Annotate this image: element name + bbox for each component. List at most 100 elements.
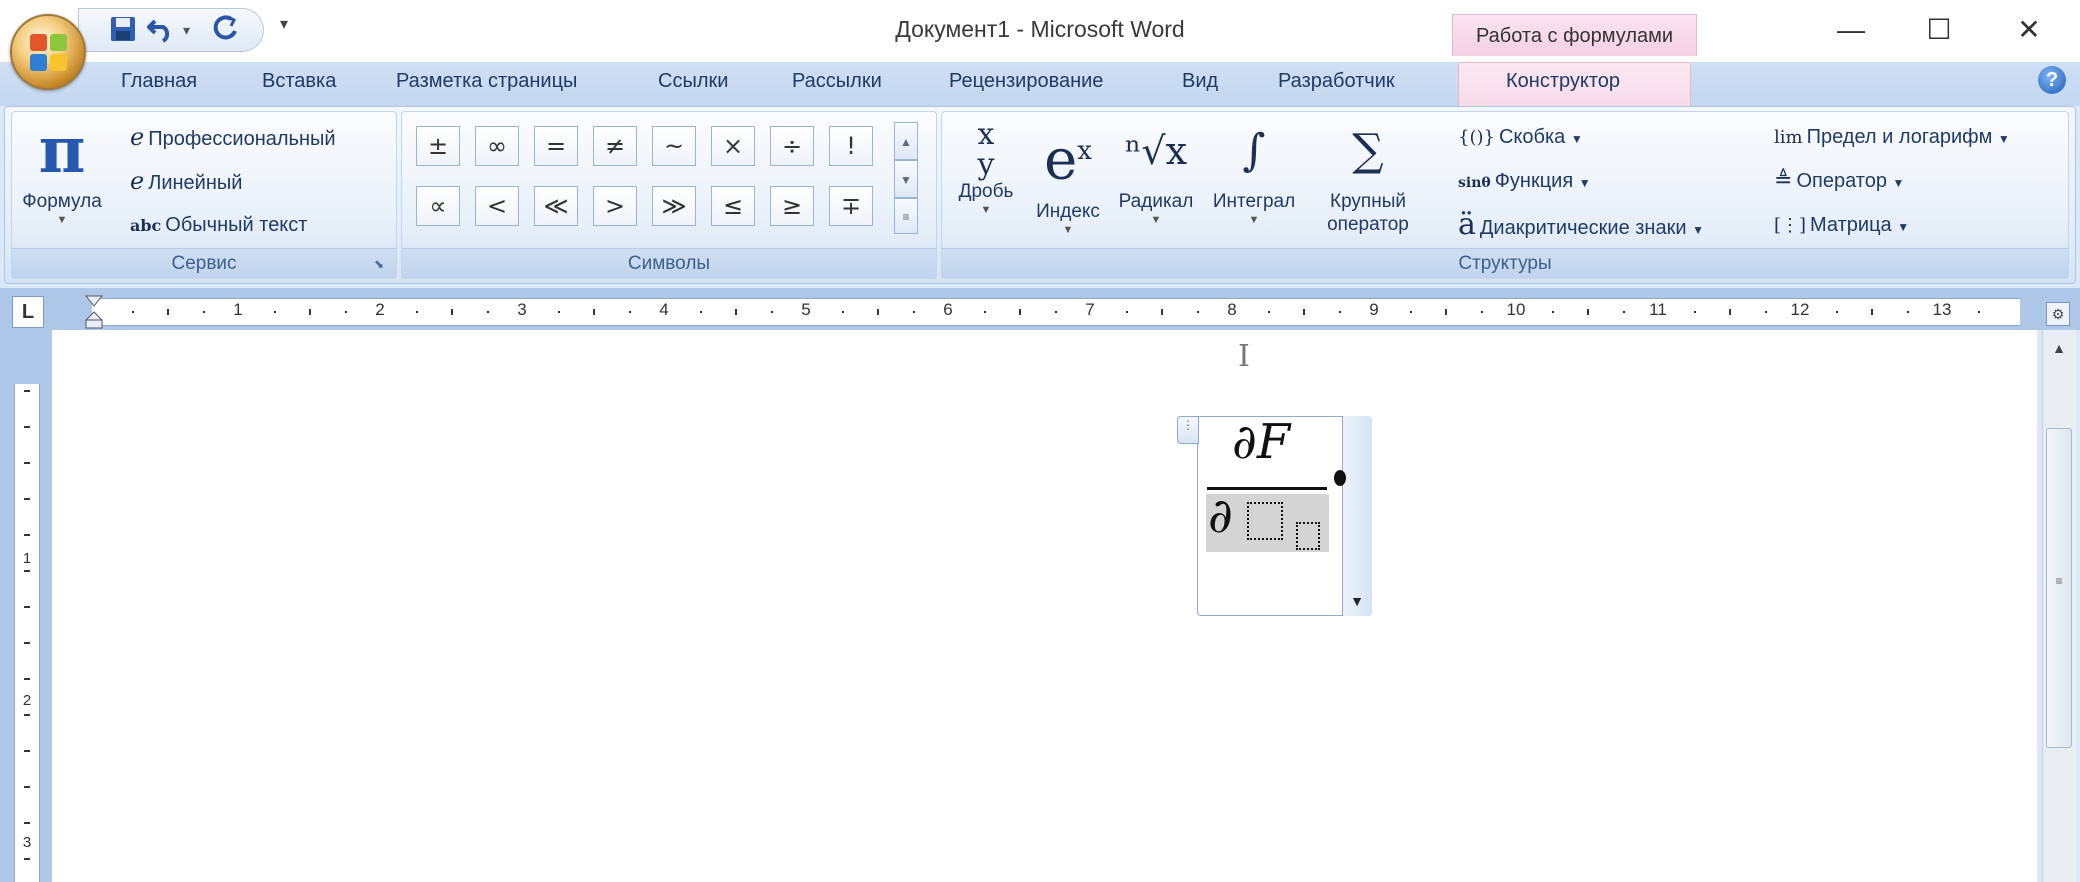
function-label: Функция [1494,170,1574,192]
ruler-tick [1480,311,1483,313]
ruler-tick [628,311,631,313]
scroll-up-arrow-icon[interactable]: ▲ [2042,340,2076,362]
group-label-service: Сервис [12,248,396,278]
ruler-tick [841,311,844,313]
symbol-equals[interactable]: = [534,126,578,166]
chevron-down-icon: ▼ [1692,223,1704,237]
customize-qat-icon[interactable]: ▾ [280,14,288,34]
abc-icon: abc [130,216,162,235]
index-label: Индекс [1036,200,1100,222]
symbol-greater-than[interactable]: > [593,186,637,226]
operator-button[interactable]: ≜ Оператор ▼ [1774,166,1904,198]
ruler-tick [1019,309,1021,315]
group-structures: xy Дробь ▼ ex Индекс ▼ ⁿ√x Радикал ▼ ∫ И… [941,111,2069,279]
redo-icon[interactable] [211,15,239,45]
tab-view[interactable]: Вид [1182,70,1218,93]
equation-numerator[interactable]: ∂F [1232,414,1290,470]
limit-log-button[interactable]: lim Предел и логарифм ▼ [1774,122,2010,154]
ruler-tick [309,309,311,315]
large-operator-button[interactable]: ∑ Крупный оператор [1308,112,1428,236]
ruler-tick [1835,311,1838,313]
fraction-button[interactable]: xy Дробь ▼ [948,112,1024,217]
function-button[interactable]: sinθ Функция ▼ [1458,166,1591,198]
symbol-less-than[interactable]: < [475,186,519,226]
tab-mailings[interactable]: Рассылки [792,70,882,93]
professional-button[interactable]: e Профессиональный [130,122,336,154]
ruler-tick [1445,309,1447,315]
ruler-tick [415,311,418,313]
view-ruler-icon[interactable]: ⚙ [2046,302,2070,326]
undo-icon[interactable] [146,15,175,45]
operator-label: Оператор [1796,170,1887,192]
symbol-much-less[interactable]: ≪ [534,186,578,226]
plain-text-label: Обычный текст [165,214,308,236]
symbol-minus-plus[interactable]: ∓ [829,186,873,226]
chevron-down-icon: ▼ [980,204,992,216]
dialog-launcher-icon[interactable]: ⬊ [374,256,390,272]
tab-review[interactable]: Рецензирование [949,70,1103,93]
symbol-divide[interactable]: ÷ [770,126,814,166]
tab-references[interactable]: Ссылки [658,70,728,93]
equation-denominator[interactable]: ∂ [1208,488,1233,544]
vertical-ruler [14,334,40,882]
symbol-proportional[interactable]: ∝ [416,186,460,226]
equation-placeholder-base[interactable] [1247,502,1283,540]
equation-options-bar[interactable] [1342,416,1372,616]
limit-log-label: Предел и логарифм [1806,126,1993,148]
linear-button[interactable]: e Линейный [130,166,242,198]
undo-dropdown-icon[interactable]: ▾ [183,15,190,45]
ruler-tick [699,311,702,313]
accent-button[interactable]: ä Диакритические знаки ▼ [1458,210,1704,245]
tab-selector[interactable]: L [12,296,44,328]
window-title: Документ1 - Microsoft Word [895,16,1185,42]
symbol-times[interactable]: × [711,126,755,166]
fraction-label: Дробь [958,181,1014,202]
tab-page-layout[interactable]: Разметка страницы [396,70,577,93]
symbol-greater-equal[interactable]: ≥ [770,186,814,226]
office-button[interactable] [10,14,86,90]
symbol-infinity[interactable]: ∞ [475,126,519,166]
plain-text-button[interactable]: abc Обычный текст [130,210,307,241]
vertical-ruler-tick [24,822,30,824]
symbol-plus-minus[interactable]: ± [416,126,460,166]
equation-placeholder-subscript[interactable] [1296,522,1320,550]
tab-home[interactable]: Главная [121,70,197,93]
symbol-much-greater[interactable]: ≫ [652,186,696,226]
bracket-button[interactable]: {()} Скобка ▼ [1458,122,1583,154]
symbol-tilde[interactable]: ~ [652,126,696,166]
matrix-button[interactable]: [⋮] Матрица ▼ [1774,210,1909,242]
save-icon[interactable] [109,15,137,45]
close-button[interactable]: ✕ [1994,10,2064,50]
equation-options-dropdown-icon[interactable]: ▼ [1346,592,1368,610]
accent-label: Диакритические знаки [1479,217,1687,239]
document-page[interactable] [52,330,2037,882]
scroll-down-icon[interactable]: ▼ [894,160,918,198]
word-window: Документ1 - Microsoft Word Работа с форм… [0,0,2080,882]
tab-insert[interactable]: Вставка [262,70,336,93]
equation-handle-icon[interactable]: ⋮ [1177,416,1199,444]
symbol-not-equal[interactable]: ≠ [593,126,637,166]
vertical-ruler-tick [24,534,30,536]
minimize-button[interactable]: — [1816,10,1886,50]
scroll-up-icon[interactable]: ▲ [894,122,918,160]
more-symbols-icon[interactable]: ≡ [894,198,918,234]
vertical-ruler-tick [24,678,30,680]
symbol-less-equal[interactable]: ≤ [711,186,755,226]
ruler-number: 1 [233,300,243,319]
tab-developer[interactable]: Разработчик [1278,70,1395,93]
indent-marker-icon[interactable] [84,292,104,332]
operator-icon: ≜ [1774,168,1793,193]
ruler-tick [912,311,915,313]
integral-button[interactable]: ∫ Интеграл ▼ [1204,112,1304,227]
index-button[interactable]: ex Индекс ▼ [1028,112,1108,237]
ruler-tick [1693,311,1696,313]
ruler-number: 11 [1649,300,1667,319]
radical-button[interactable]: ⁿ√x Радикал ▼ [1112,112,1200,227]
maximize-button[interactable]: ☐ [1904,10,1974,50]
formula-button[interactable]: π Формула ▼ [18,112,106,227]
symbol-factorial[interactable]: ! [829,126,873,166]
ruler-tick [1409,311,1412,313]
help-icon[interactable]: ? [2038,66,2066,94]
pi-icon: π [38,113,86,188]
tab-design[interactable]: Конструктор [1506,70,1620,93]
